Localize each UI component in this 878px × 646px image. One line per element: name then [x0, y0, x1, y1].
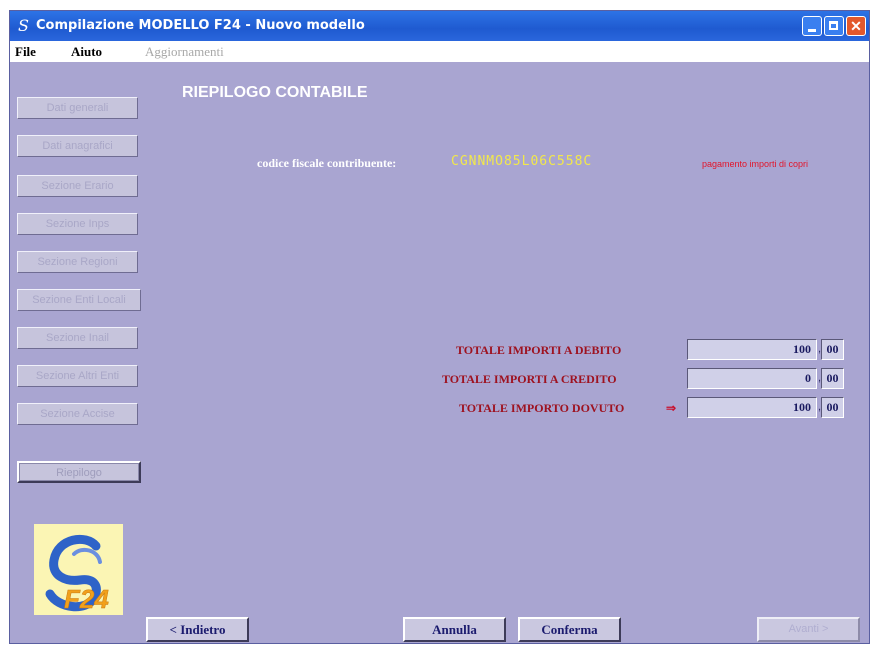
logo-text: F24: [64, 584, 109, 614]
f24-logo: F24: [34, 524, 123, 615]
minimize-button[interactable]: [802, 16, 822, 36]
nav-riepilogo[interactable]: Riepilogo: [17, 461, 141, 483]
totale-debito-label: TOTALE IMPORTI A DEBITO: [456, 343, 622, 357]
title-bar[interactable]: S Compilazione MODELLO F24 - Nuovo model…: [10, 11, 869, 41]
nav-sezione-enti-locali[interactable]: Sezione Enti Locali: [17, 289, 141, 311]
codice-fiscale-label: codice fiscale contribuente:: [257, 156, 397, 170]
totale-debito-euro-field[interactable]: 100: [687, 339, 817, 360]
f24-logo-icon: F24: [45, 534, 110, 614]
totale-dovuto-cents-field[interactable]: 00: [821, 397, 844, 418]
indietro-button[interactable]: < Indietro: [146, 617, 249, 642]
menu-aiuto[interactable]: Aiuto: [71, 44, 102, 60]
totale-credito-label: TOTALE IMPORTI A CREDITO: [442, 372, 617, 386]
close-button[interactable]: ✕: [846, 16, 866, 36]
window-title: Compilazione MODELLO F24 - Nuovo modello: [36, 18, 365, 33]
codice-fiscale-value: CGNNMO85L06C558C: [451, 154, 593, 169]
nav-sezione-erario[interactable]: Sezione Erario: [17, 175, 138, 197]
close-icon: ✕: [850, 18, 862, 34]
nav-sezione-accise[interactable]: Sezione Accise: [17, 403, 138, 425]
totale-credito-cents-field[interactable]: 00: [821, 368, 844, 389]
maximize-button[interactable]: [824, 16, 844, 36]
nav-sezione-regioni[interactable]: Sezione Regioni: [17, 251, 138, 273]
menu-file[interactable]: File: [15, 44, 36, 60]
totale-dovuto-euro-field[interactable]: 100: [687, 397, 817, 418]
nav-sezione-inail[interactable]: Sezione Inail: [17, 327, 138, 349]
app-window: S Compilazione MODELLO F24 - Nuovo model…: [9, 10, 870, 644]
arrow-right-icon: ⇒: [666, 401, 677, 415]
conferma-button[interactable]: Conferma: [518, 617, 621, 642]
app-icon: S: [18, 16, 29, 35]
nav-dati-anagrafici[interactable]: Dati anagrafici: [17, 135, 138, 157]
codice-fiscale-note: pagamento importi di copri: [702, 159, 809, 169]
totale-dovuto-label: TOTALE IMPORTO DOVUTO: [459, 401, 625, 415]
nav-sezione-altri-enti[interactable]: Sezione Altri Enti: [17, 365, 138, 387]
annulla-button[interactable]: Annulla: [403, 617, 506, 642]
nav-sezione-inps[interactable]: Sezione Inps: [17, 213, 138, 235]
totale-credito-euro-field[interactable]: 0: [687, 368, 817, 389]
avanti-button[interactable]: Avanti >: [757, 617, 860, 642]
menu-aggiornamenti[interactable]: Aggiornamenti: [145, 44, 224, 60]
totale-debito-cents-field[interactable]: 00: [821, 339, 844, 360]
page-title: RIEPILOGO CONTABILE: [182, 84, 368, 101]
menu-bar: File Aiuto Aggiornamenti: [10, 41, 869, 62]
nav-dati-generali[interactable]: Dati generali: [17, 97, 138, 119]
